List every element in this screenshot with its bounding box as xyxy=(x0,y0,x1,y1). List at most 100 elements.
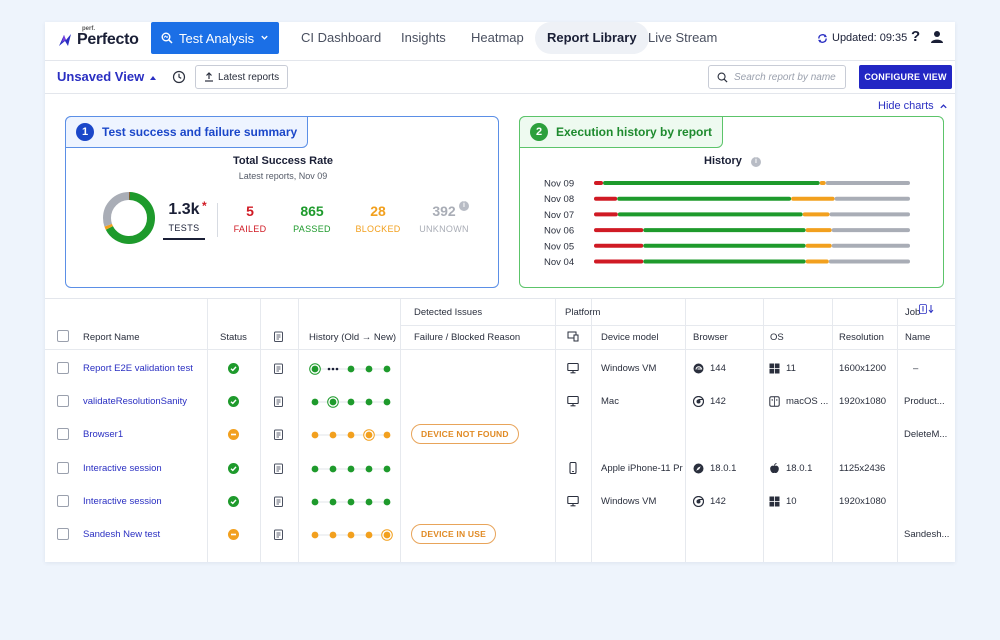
panel-title: Test success and failure summary xyxy=(102,125,298,139)
report-name-link[interactable]: Interactive session xyxy=(83,496,203,507)
row-checkbox[interactable] xyxy=(57,495,69,507)
history-dot[interactable] xyxy=(383,365,391,373)
device-model: Mac xyxy=(601,396,619,407)
history-dot[interactable] xyxy=(311,398,319,406)
history-dot[interactable] xyxy=(329,431,337,439)
nav-insights[interactable]: Insights xyxy=(401,22,446,54)
update-status[interactable]: Updated: 09:35 xyxy=(817,32,907,44)
history-dot[interactable] xyxy=(347,465,355,473)
report-name-link[interactable]: Interactive session xyxy=(83,463,203,474)
sort-icon[interactable] xyxy=(919,304,935,314)
execution-history-panel: 2 Execution history by report History i … xyxy=(519,116,944,288)
header-os[interactable]: OS xyxy=(770,332,784,343)
nav-heatmap[interactable]: Heatmap xyxy=(471,22,524,54)
search-box[interactable] xyxy=(708,65,846,89)
blocked-value: 28 xyxy=(370,203,386,219)
history-dot[interactable] xyxy=(365,531,373,539)
logo-prefix: perf. xyxy=(82,26,96,32)
history-timeline[interactable] xyxy=(309,528,395,542)
history-dot[interactable] xyxy=(365,398,373,406)
stat-blocked[interactable]: 28 BLOCKED xyxy=(348,203,408,234)
report-name-link[interactable]: validateResolutionSanity xyxy=(83,396,203,407)
report-details-icon[interactable] xyxy=(273,429,284,440)
history-info-icon[interactable]: i xyxy=(750,157,761,167)
user-icon[interactable] xyxy=(930,30,944,44)
report-details-icon[interactable] xyxy=(273,396,284,407)
row-checkbox[interactable] xyxy=(57,528,69,540)
history-dot[interactable] xyxy=(329,498,337,506)
history-dot[interactable] xyxy=(347,365,355,373)
history-dot[interactable] xyxy=(311,365,319,373)
history-timeline[interactable] xyxy=(309,362,395,376)
total-tests[interactable]: 1.3k * TESTS xyxy=(162,199,207,240)
history-dot[interactable] xyxy=(347,431,355,439)
header-status[interactable]: Status xyxy=(220,332,247,343)
test-analysis-dropdown[interactable]: Test Analysis xyxy=(151,22,279,54)
report-details-icon[interactable] xyxy=(273,529,284,540)
info-icon[interactable]: i xyxy=(459,201,469,211)
history-dot[interactable] xyxy=(383,398,391,406)
nav-ci-dashboard[interactable]: CI Dashboard xyxy=(301,22,381,54)
history-dot[interactable] xyxy=(383,465,391,473)
nav-report-library[interactable]: Report Library xyxy=(535,22,649,54)
report-details-icon[interactable] xyxy=(273,463,284,474)
column-divider xyxy=(763,299,764,562)
failure-reason-tag[interactable]: DEVICE IN USE xyxy=(411,524,496,544)
report-details-icon[interactable] xyxy=(273,496,284,507)
history-dot[interactable] xyxy=(347,498,355,506)
configure-view-button[interactable]: CONFIGURE VIEW xyxy=(859,65,952,89)
history-dot[interactable] xyxy=(311,531,319,539)
history-dot[interactable] xyxy=(365,431,373,439)
column-divider xyxy=(591,299,592,562)
search-input[interactable] xyxy=(734,71,844,83)
failure-reason-tag[interactable]: DEVICE NOT FOUND xyxy=(411,424,519,444)
history-dot[interactable] xyxy=(347,398,355,406)
header-job-name[interactable]: Name xyxy=(905,332,930,343)
history-dot[interactable] xyxy=(365,498,373,506)
history-timeline[interactable] xyxy=(309,395,395,409)
success-rate-donut[interactable] xyxy=(102,191,156,245)
header-history[interactable]: History (Old → New) xyxy=(309,332,396,343)
history-dot[interactable] xyxy=(311,465,319,473)
history-dot[interactable] xyxy=(347,531,355,539)
select-all-checkbox[interactable] xyxy=(57,330,69,342)
header-report-name[interactable]: Report Name xyxy=(83,332,140,343)
history-dot[interactable] xyxy=(383,498,391,506)
report-details-icon[interactable] xyxy=(273,363,284,374)
header-browser[interactable]: Browser xyxy=(693,332,728,343)
stat-failed[interactable]: 5 FAILED xyxy=(220,203,280,234)
column-divider xyxy=(400,299,401,562)
logo-text: Perfecto xyxy=(77,31,139,48)
report-name-link[interactable]: Browser1 xyxy=(83,429,203,440)
latest-reports-button[interactable]: Latest reports xyxy=(195,65,289,89)
row-checkbox[interactable] xyxy=(57,362,69,374)
history-timeline[interactable] xyxy=(309,428,395,442)
hide-charts-toggle[interactable]: Hide charts xyxy=(878,100,948,112)
perfecto-logo[interactable]: perf. Perfecto xyxy=(57,26,139,53)
history-timeline[interactable] xyxy=(309,495,395,509)
clock-icon[interactable] xyxy=(172,70,186,84)
help-icon[interactable]: ? xyxy=(911,28,920,45)
history-dot[interactable] xyxy=(329,465,337,473)
view-selector[interactable]: Unsaved View xyxy=(57,69,157,84)
history-dot[interactable] xyxy=(329,398,337,406)
history-dot[interactable] xyxy=(365,365,373,373)
stat-passed[interactable]: 865 PASSED xyxy=(282,203,342,234)
history-dot[interactable] xyxy=(311,498,319,506)
nav-live-stream[interactable]: Live Stream xyxy=(648,22,717,54)
header-device-model[interactable]: Device model xyxy=(601,332,659,343)
history-dot[interactable] xyxy=(383,531,391,539)
row-checkbox[interactable] xyxy=(57,428,69,440)
history-dot[interactable] xyxy=(329,531,337,539)
report-name-link[interactable]: Report E2E validation test xyxy=(83,363,203,374)
history-dot[interactable] xyxy=(365,465,373,473)
report-name-link[interactable]: Sandesh New test xyxy=(83,529,203,540)
history-dot[interactable] xyxy=(311,431,319,439)
header-failure-reason[interactable]: Failure / Blocked Reason xyxy=(414,332,520,343)
history-dot[interactable] xyxy=(383,431,391,439)
header-resolution[interactable]: Resolution xyxy=(839,332,884,343)
row-checkbox[interactable] xyxy=(57,462,69,474)
history-timeline[interactable] xyxy=(309,462,395,476)
row-checkbox[interactable] xyxy=(57,395,69,407)
refresh-icon xyxy=(818,33,827,43)
